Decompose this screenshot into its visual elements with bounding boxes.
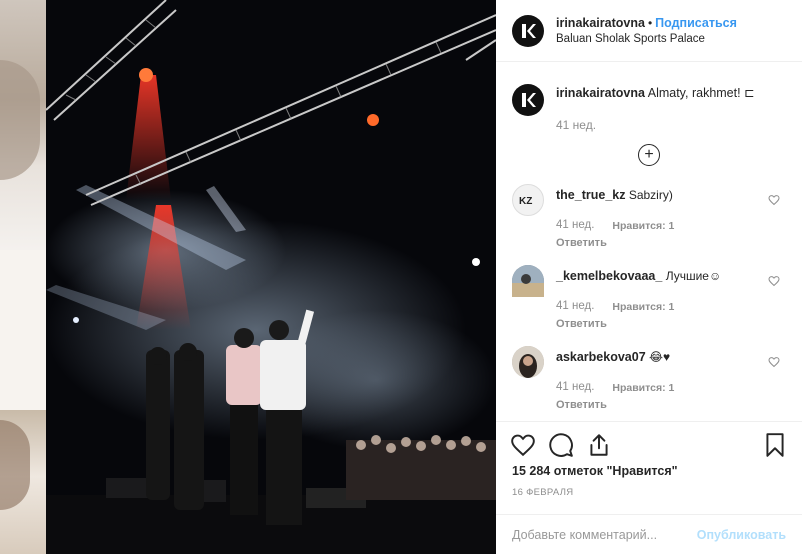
post-photo[interactable] bbox=[46, 0, 496, 554]
post-header: irinakairatovna • Подписаться Baluan Shola… bbox=[496, 0, 802, 62]
comment-item: KZ the_true_kz Sabziry) 41 нед. Нравится:… bbox=[496, 184, 802, 265]
caption-text: Almaty, rakhmet! ⊏ bbox=[647, 86, 755, 100]
comment-timestamp[interactable]: 41 нед. bbox=[556, 216, 594, 235]
share-icon[interactable] bbox=[586, 432, 612, 458]
post-location[interactable]: Baluan Sholak Sports Palace bbox=[556, 31, 737, 47]
background-blur-shape bbox=[0, 420, 30, 510]
comment-text: Лучшие☺ bbox=[665, 269, 722, 283]
follow-button[interactable]: Подписаться bbox=[655, 16, 737, 30]
svg-text:KZ: KZ bbox=[519, 196, 532, 207]
user-photo-icon bbox=[512, 265, 544, 297]
background-blur-shape bbox=[0, 250, 46, 410]
comment-like-heart-icon[interactable] bbox=[768, 356, 780, 368]
comment-likes[interactable]: Нравится: 1 bbox=[612, 216, 674, 235]
comment-username[interactable]: _kemelbekovaaa_ bbox=[556, 269, 662, 283]
avatar[interactable] bbox=[512, 346, 544, 378]
post-caption: irinakairatovna Almaty, rakhmet! ⊏ 41 не… bbox=[496, 62, 802, 134]
separator-dot: • bbox=[647, 15, 653, 30]
comment-text: Sabziry) bbox=[628, 188, 673, 202]
user-photo-icon bbox=[512, 346, 544, 378]
kz-logo-icon: KZ bbox=[519, 196, 532, 207]
avatar[interactable] bbox=[512, 265, 544, 297]
comment-timestamp[interactable]: 41 нед. bbox=[556, 297, 594, 316]
comment-icon[interactable] bbox=[548, 432, 574, 458]
avatar[interactable] bbox=[512, 84, 544, 116]
comment-like-heart-icon[interactable] bbox=[768, 194, 780, 206]
reply-button[interactable]: Ответить bbox=[556, 315, 786, 333]
add-comment-bar: Опубликовать bbox=[496, 514, 802, 554]
plus-icon: + bbox=[644, 146, 654, 163]
post-side-panel: irinakairatovna • Подписаться Baluan Shola… bbox=[496, 0, 802, 554]
likes-count[interactable]: 15 284 отметок "Нравится" bbox=[512, 464, 678, 478]
background-blur-shape bbox=[0, 60, 40, 180]
comment-username[interactable]: askarbekova07 bbox=[556, 350, 646, 364]
avatar[interactable]: KZ bbox=[512, 184, 544, 216]
comment-username[interactable]: the_true_kz bbox=[556, 188, 625, 202]
reply-button[interactable]: Ответить bbox=[556, 234, 786, 252]
comment-item: _kemelbekovaaa_ Лучшие☺ 41 нед. Нравится:… bbox=[496, 265, 802, 346]
comment-likes[interactable]: Нравится: 1 bbox=[612, 378, 674, 397]
publish-button[interactable]: Опубликовать bbox=[697, 528, 786, 542]
comment-like-heart-icon[interactable] bbox=[768, 275, 780, 287]
avatar[interactable] bbox=[512, 14, 544, 47]
comment-timestamp[interactable]: 41 нед. bbox=[556, 378, 594, 397]
comment-item: askarbekova07 😂♥ 41 нед. Нравится: 1 Отве… bbox=[496, 346, 802, 427]
bookmark-icon[interactable] bbox=[762, 432, 788, 458]
reply-button[interactable]: Ответить bbox=[556, 396, 786, 414]
author-logo-icon bbox=[522, 93, 536, 107]
comment-text: 😂♥ bbox=[649, 350, 671, 364]
concert-photo-illustration bbox=[46, 0, 496, 554]
background-page-strip bbox=[0, 0, 46, 554]
author-username[interactable]: irinakairatovna bbox=[556, 16, 645, 30]
comment-input[interactable] bbox=[512, 527, 697, 542]
load-more-comments-button[interactable]: + bbox=[638, 144, 660, 166]
caption-username[interactable]: irinakairatovna bbox=[556, 86, 645, 100]
comment-likes[interactable]: Нравится: 1 bbox=[612, 297, 674, 316]
author-logo-icon bbox=[522, 23, 536, 38]
heart-icon[interactable] bbox=[510, 432, 536, 458]
post-date[interactable]: 16 ФЕВРАЛЯ bbox=[512, 487, 573, 498]
caption-timestamp[interactable]: 41 нед. bbox=[556, 116, 755, 134]
